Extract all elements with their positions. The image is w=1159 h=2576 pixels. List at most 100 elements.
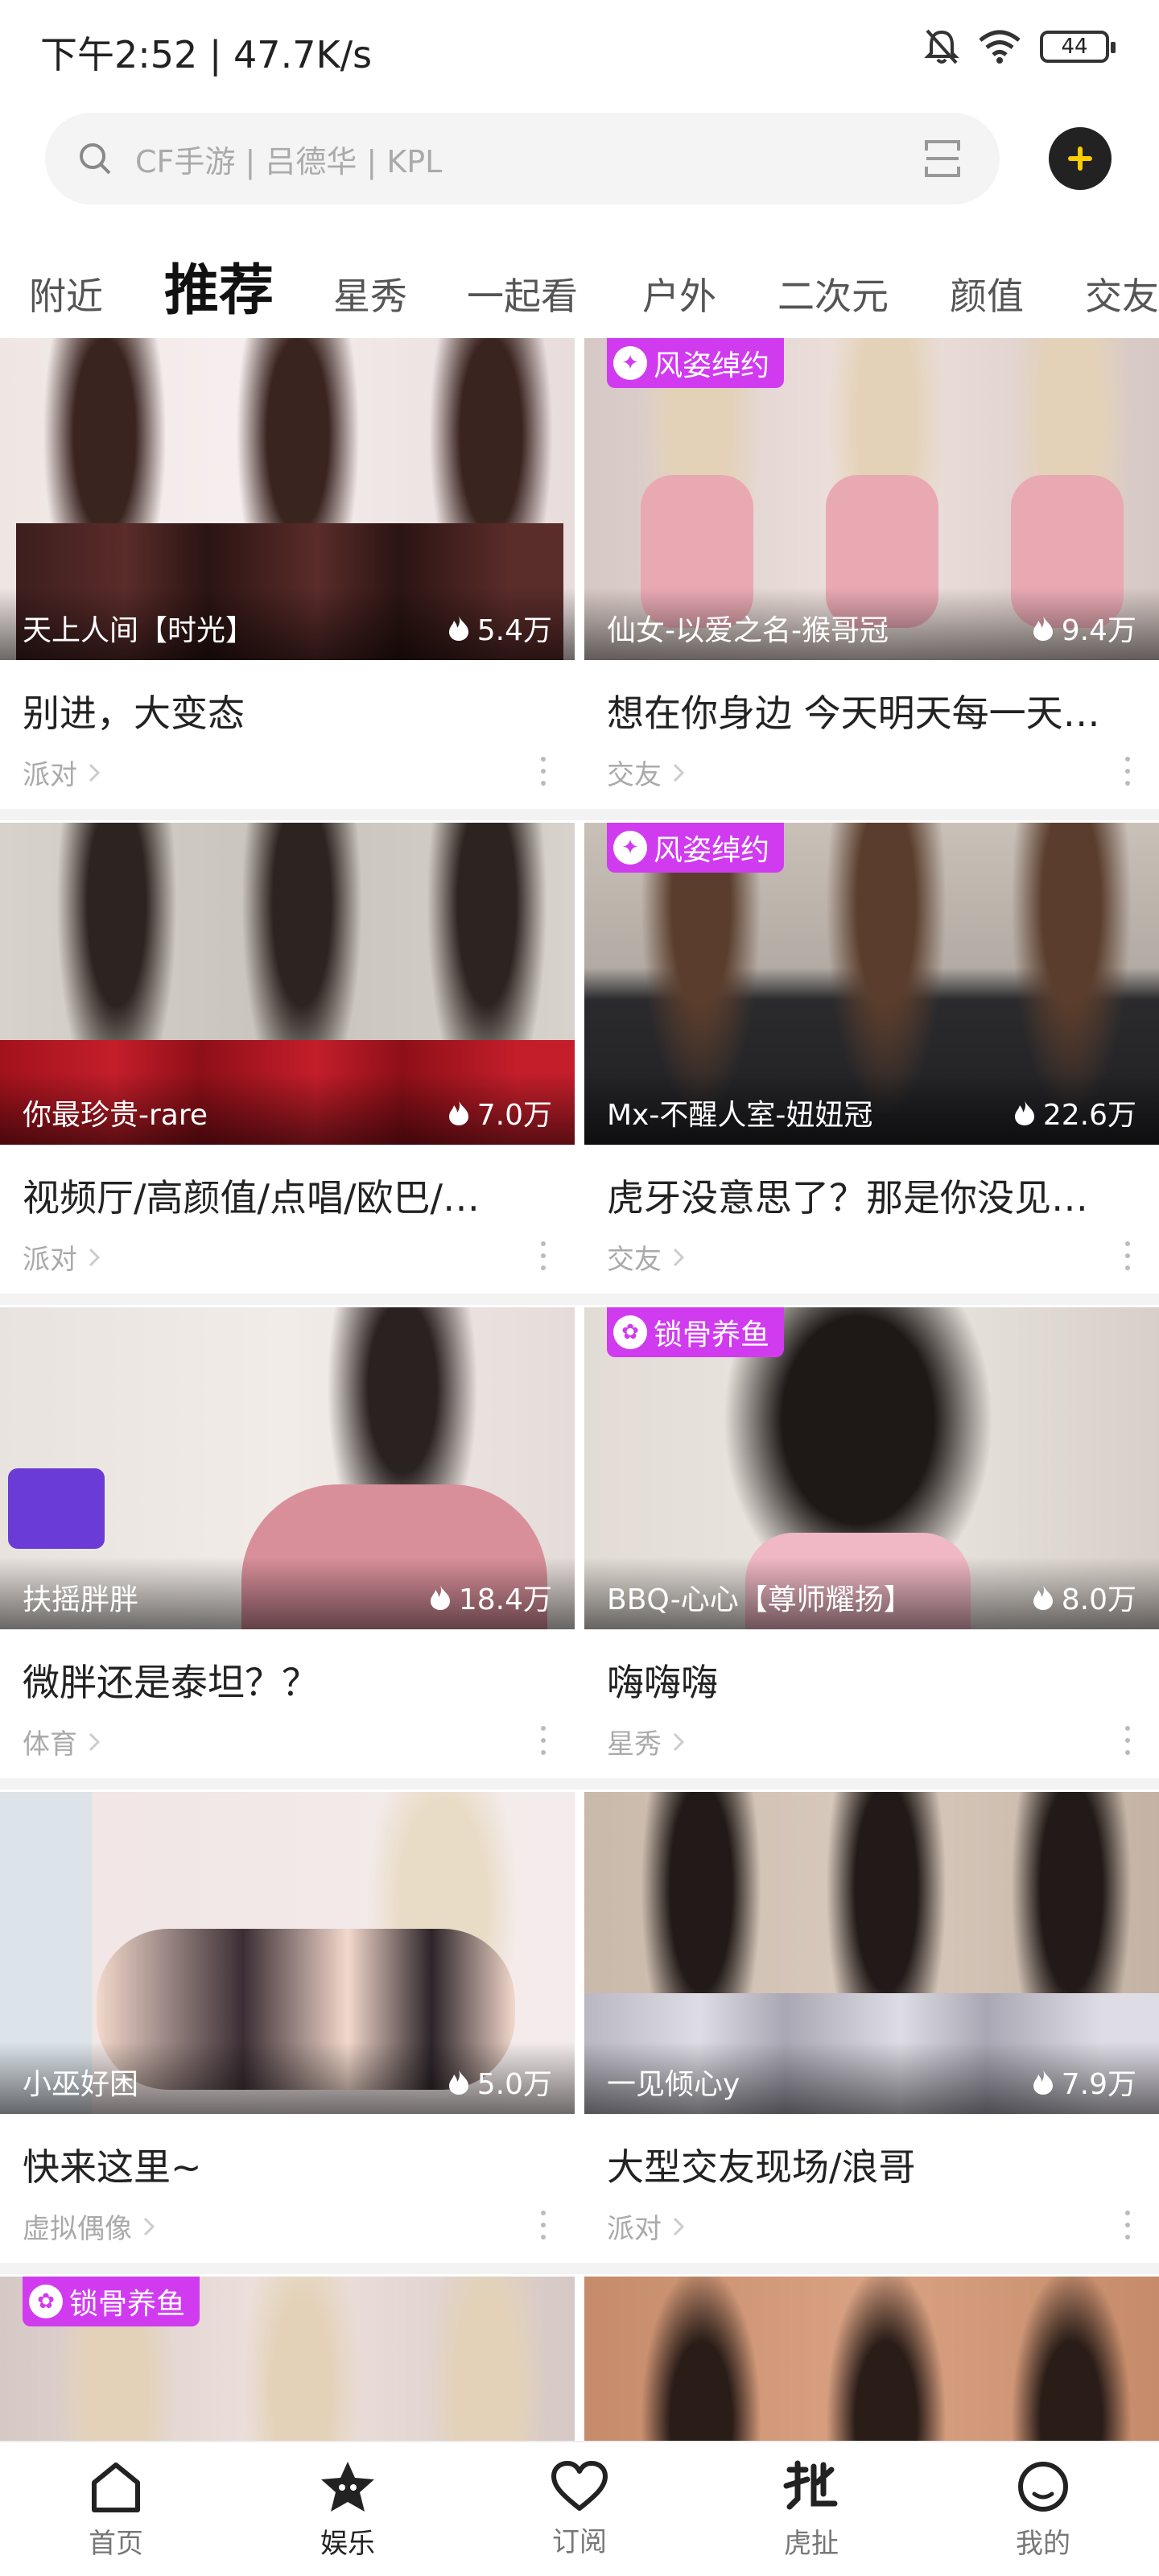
stream-category[interactable]: 虚拟偶像 xyxy=(23,2207,155,2246)
more-options-icon[interactable] xyxy=(541,2211,547,2240)
add-button[interactable] xyxy=(1049,127,1112,190)
tab-outdoor[interactable]: 户外 xyxy=(642,267,716,320)
stream-card[interactable]: ✦ 风姿绰约 仙女-以爱之名-猴哥冠 9.4万 想在你身边 今天明天每一天… 交… xyxy=(584,338,1159,809)
tab-recommended[interactable]: 推荐 xyxy=(164,246,274,325)
stream-badge: ✦ 风姿绰约 xyxy=(607,338,785,388)
streamer-name: Mx-不醒人室-妞妞冠 xyxy=(607,1099,873,1132)
stream-thumbnail xyxy=(584,2277,1159,2441)
flame-icon xyxy=(1033,2070,1053,2095)
stream-category[interactable]: 星秀 xyxy=(607,1722,684,1761)
stream-category[interactable]: 派对 xyxy=(23,1237,100,1277)
stream-card[interactable]: 你最珍贵-rare 7.0万 视频厅/高颜值/点唱/欧巴/… 派对 xyxy=(0,823,575,1294)
badge-label: 锁骨养鱼 xyxy=(69,2288,186,2321)
flame-icon xyxy=(1014,1100,1034,1125)
viewer-count-value: 18.4万 xyxy=(458,1583,552,1616)
viewer-count: 7.9万 xyxy=(1031,2061,1136,2103)
huche-logo-icon xyxy=(783,2460,838,2509)
stream-thumbnail: 扶摇胖胖 18.4万 xyxy=(0,1307,575,1629)
badge-label: 风姿绰约 xyxy=(654,834,770,867)
stream-category[interactable]: 交友 xyxy=(607,753,684,792)
row-divider xyxy=(0,809,1159,820)
heart-icon xyxy=(551,2460,608,2511)
badge-icon: ✦ xyxy=(613,346,647,380)
streamer-name: BBQ-心心【尊师耀扬】 xyxy=(607,1583,913,1616)
stream-thumbnail: 你最珍贵-rare 7.0万 xyxy=(0,823,575,1145)
stream-thumbnail: ✦ 风姿绰约 Mx-不醒人室-妞妞冠 22.6万 xyxy=(584,823,1159,1145)
flame-icon xyxy=(448,2070,468,2095)
streamer-name: 你最珍贵-rare xyxy=(23,1099,208,1132)
scan-icon[interactable] xyxy=(924,139,961,178)
status-bar: 下午2:52 | 47.7K/s 44 xyxy=(0,0,1159,97)
more-options-icon[interactable] xyxy=(541,757,547,786)
chevron-right-icon xyxy=(89,1248,100,1266)
more-options-icon[interactable] xyxy=(1125,1241,1132,1270)
stream-card[interactable]: 扶摇胖胖 18.4万 微胖还是泰坦？？ 体育 xyxy=(0,1307,575,1778)
viewer-count-value: 22.6万 xyxy=(1042,1099,1136,1132)
tab-star-show[interactable]: 星秀 xyxy=(333,267,407,320)
nav-label: 我的 xyxy=(1016,2527,1070,2560)
viewer-count-value: 5.0万 xyxy=(476,2068,552,2101)
chevron-right-icon xyxy=(673,763,684,782)
nav-home[interactable]: 首页 xyxy=(0,2442,232,2576)
tab-looks[interactable]: 颜值 xyxy=(950,267,1024,320)
viewer-count-value: 5.4万 xyxy=(476,614,552,647)
stream-title: 虎牙没意思了？那是你没见… xyxy=(607,1176,1088,1220)
mute-bell-icon xyxy=(924,29,959,64)
flame-icon xyxy=(430,1585,450,1610)
stream-title: 快来这里~ xyxy=(23,2145,202,2189)
profile-icon xyxy=(1018,2461,1068,2512)
tab-watch-together[interactable]: 一起看 xyxy=(467,267,578,320)
flame-icon xyxy=(448,1100,468,1125)
more-options-icon[interactable] xyxy=(1125,2211,1132,2240)
category-label: 虚拟偶像 xyxy=(23,2213,132,2245)
more-options-icon[interactable] xyxy=(1125,757,1132,786)
search-placeholder: CF手游 | 吕德华 | KPL xyxy=(135,143,443,180)
row-divider xyxy=(0,1294,1159,1305)
more-options-icon[interactable] xyxy=(541,1241,547,1270)
viewer-count: 9.4万 xyxy=(1031,607,1136,649)
stream-category[interactable]: 体育 xyxy=(23,1722,100,1761)
stream-category[interactable]: 交友 xyxy=(607,1237,684,1277)
stream-card[interactable]: ✿ 锁骨养鱼 xyxy=(0,2277,575,2441)
search-bar[interactable]: CF手游 | 吕德华 | KPL xyxy=(45,113,1000,204)
stream-thumbnail: 一见倾心y 7.9万 xyxy=(584,1792,1159,2114)
nav-entertainment[interactable]: 娱乐 xyxy=(232,2442,464,2576)
nav-huche[interactable]: 虎扯 xyxy=(695,2442,927,2576)
category-label: 交友 xyxy=(607,1244,662,1276)
viewer-count-value: 9.4万 xyxy=(1061,614,1136,647)
stream-thumbnail: ✿ 锁骨养鱼 xyxy=(0,2277,575,2441)
nav-subscribe[interactable]: 订阅 xyxy=(464,2442,695,2576)
viewer-count: 5.4万 xyxy=(447,607,552,649)
stream-badge: ✿ 锁骨养鱼 xyxy=(23,2277,200,2326)
tab-make-friends[interactable]: 交友 xyxy=(1085,267,1159,320)
viewer-count: 7.0万 xyxy=(447,1092,552,1133)
stream-category[interactable]: 派对 xyxy=(607,2207,684,2246)
viewer-count-value: 8.0万 xyxy=(1061,1583,1136,1616)
stream-card[interactable]: ✦ 风姿绰约 Mx-不醒人室-妞妞冠 22.6万 虎牙没意思了？那是你没见… 交… xyxy=(584,823,1159,1294)
star-face-icon xyxy=(321,2461,374,2512)
stream-card[interactable]: 一见倾心y 7.9万 大型交友现场/浪哥 派对 xyxy=(584,1792,1159,2263)
wifi-icon xyxy=(979,30,1021,64)
stream-title: 想在你身边 今天明天每一天… xyxy=(607,691,1100,735)
category-label: 星秀 xyxy=(607,1728,662,1761)
nav-label: 娱乐 xyxy=(320,2527,375,2560)
chevron-right-icon xyxy=(143,2217,155,2235)
nav-mine[interactable]: 我的 xyxy=(927,2442,1159,2576)
viewer-count: 22.6万 xyxy=(1013,1092,1136,1133)
nav-label: 首页 xyxy=(89,2527,143,2560)
battery-level: 44 xyxy=(1061,35,1088,59)
tab-anime[interactable]: 二次元 xyxy=(777,267,889,320)
category-label: 派对 xyxy=(607,2213,662,2245)
more-options-icon[interactable] xyxy=(1125,1726,1132,1755)
flame-icon xyxy=(1033,616,1053,641)
stream-card[interactable]: 小巫好困 5.0万 快来这里~ 虚拟偶像 xyxy=(0,1792,575,2263)
stream-card[interactable]: 天上人间【时光】 5.4万 别进，大变态 派对 xyxy=(0,338,575,809)
more-options-icon[interactable] xyxy=(541,1726,547,1755)
stream-card[interactable]: ✿ 锁骨养鱼 BBQ-心心【尊师耀扬】 8.0万 嗨嗨嗨 星秀 xyxy=(584,1307,1159,1778)
tab-nearby[interactable]: 附近 xyxy=(29,267,103,320)
stream-badge: ✦ 风姿绰约 xyxy=(607,823,785,873)
viewer-count-value: 7.0万 xyxy=(476,1099,552,1132)
chevron-right-icon xyxy=(673,1248,684,1266)
stream-card[interactable] xyxy=(584,2277,1159,2441)
stream-category[interactable]: 派对 xyxy=(23,753,100,792)
